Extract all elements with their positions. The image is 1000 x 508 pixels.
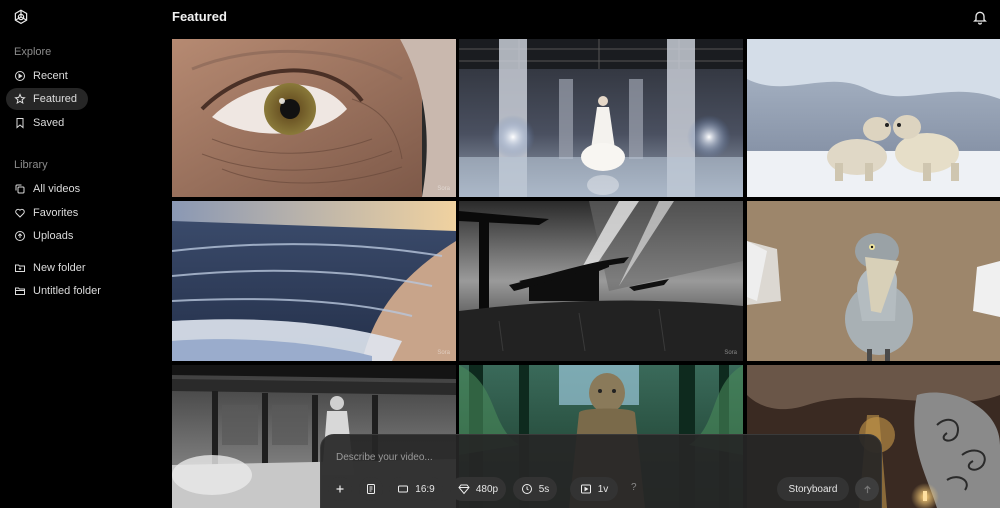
folder-icon bbox=[15, 287, 25, 295]
video-tile-ocean-waves[interactable]: Sora bbox=[172, 201, 456, 361]
aspect-ratio-button[interactable]: 16:9 bbox=[389, 477, 443, 501]
resolution-button[interactable]: 480p bbox=[450, 477, 506, 501]
upload-circle-icon bbox=[15, 231, 25, 241]
aspect-ratio-value: 16:9 bbox=[415, 483, 435, 495]
sidebar-item-favorites[interactable]: Favorites bbox=[6, 202, 156, 224]
bell-icon[interactable] bbox=[972, 9, 988, 25]
video-thumbnail bbox=[172, 39, 456, 197]
sidebar-item-saved[interactable]: Saved bbox=[6, 112, 88, 134]
sidebar-item-label: New folder bbox=[33, 262, 86, 274]
play-square-icon bbox=[580, 484, 591, 494]
sidebar-item-untitled-folder[interactable]: Untitled folder bbox=[6, 280, 156, 302]
variations-button[interactable]: 1v bbox=[570, 477, 618, 501]
video-tile-runway-figure[interactable] bbox=[459, 39, 743, 197]
watermark: Sora bbox=[437, 186, 450, 192]
arrow-up-icon bbox=[863, 484, 871, 493]
library-section-label: Library bbox=[14, 159, 48, 171]
sidebar-item-label: Untitled folder bbox=[33, 285, 101, 297]
watermark: Sora bbox=[724, 350, 737, 356]
submit-button[interactable] bbox=[855, 477, 879, 501]
clock-icon bbox=[521, 484, 532, 494]
watermark: Sora bbox=[437, 350, 450, 356]
folder-plus-icon bbox=[15, 264, 25, 272]
aspect-ratio-icon bbox=[398, 485, 409, 493]
add-button[interactable] bbox=[328, 477, 352, 501]
sidebar-item-new-folder[interactable]: New folder bbox=[6, 257, 156, 279]
variations-value: 1v bbox=[597, 483, 609, 495]
document-icon bbox=[367, 484, 375, 494]
sidebar-item-label: All videos bbox=[33, 183, 81, 195]
sidebar: Explore Recent Featured Saved Library Al… bbox=[0, 0, 172, 508]
heart-icon bbox=[15, 208, 25, 218]
sidebar-item-label: Featured bbox=[33, 93, 78, 105]
duration-button[interactable]: 5s bbox=[513, 477, 557, 501]
video-thumbnail bbox=[172, 201, 456, 361]
prompt-composer: 16:9 480p 5s 1v ? Storyboard bbox=[320, 434, 882, 508]
star-icon bbox=[14, 93, 26, 105]
sidebar-item-label: Favorites bbox=[33, 207, 79, 219]
presets-button[interactable] bbox=[359, 477, 383, 501]
storyboard-button[interactable]: Storyboard bbox=[777, 477, 849, 501]
video-tile-pagoda-silhouette[interactable]: Sora bbox=[459, 201, 743, 361]
help-button[interactable]: ? bbox=[631, 482, 637, 493]
video-tile-eye-closeup[interactable]: Sora bbox=[172, 39, 456, 197]
diamond-icon bbox=[458, 484, 470, 495]
sidebar-item-recent[interactable]: Recent bbox=[6, 65, 88, 87]
video-thumbnail bbox=[459, 39, 743, 197]
sidebar-item-featured[interactable]: Featured bbox=[6, 88, 88, 110]
storyboard-label: Storyboard bbox=[788, 483, 838, 495]
sidebar-item-uploads[interactable]: Uploads bbox=[6, 225, 156, 247]
stacked-squares-icon bbox=[15, 184, 25, 194]
video-tile-polar-bears[interactable] bbox=[747, 39, 1000, 197]
sidebar-item-label: Uploads bbox=[33, 230, 74, 242]
prompt-input[interactable] bbox=[336, 449, 856, 465]
bookmark-icon bbox=[16, 118, 24, 129]
play-circle-icon bbox=[15, 71, 25, 81]
explore-section-label: Explore bbox=[14, 46, 52, 58]
video-tile-shoebill-bird[interactable] bbox=[747, 201, 1000, 361]
sidebar-item-all-videos[interactable]: All videos bbox=[6, 178, 156, 200]
duration-value: 5s bbox=[538, 483, 550, 495]
video-thumbnail bbox=[747, 201, 1000, 361]
plus-icon bbox=[336, 485, 344, 493]
video-thumbnail bbox=[459, 201, 743, 361]
sidebar-item-label: Recent bbox=[33, 70, 68, 82]
page-title: Featured bbox=[172, 9, 227, 24]
sidebar-item-label: Saved bbox=[33, 117, 65, 129]
resolution-value: 480p bbox=[475, 483, 499, 495]
openai-logo-icon[interactable] bbox=[12, 8, 30, 26]
video-thumbnail bbox=[747, 39, 1000, 197]
